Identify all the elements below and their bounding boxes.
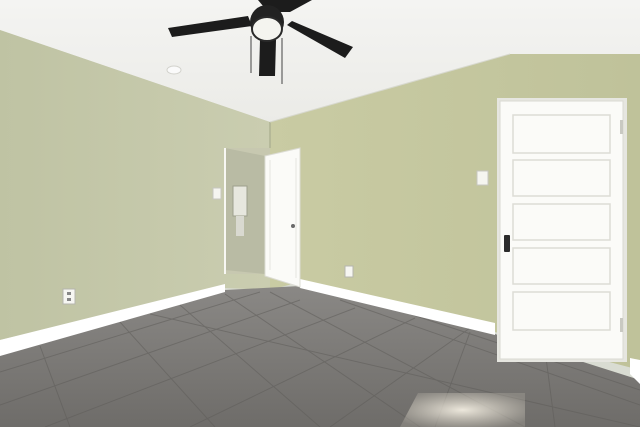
fan-blade (259, 40, 276, 76)
closed-panel-door[interactable] (497, 98, 627, 362)
sunlight-patch (400, 393, 525, 427)
electrical-outlet (62, 288, 76, 305)
door-knob[interactable] (291, 224, 295, 228)
room-scene (0, 0, 640, 427)
light-switch[interactable] (476, 170, 489, 186)
smoke-detector (166, 65, 182, 75)
fan-light (251, 16, 283, 42)
electrical-outlet (344, 265, 354, 278)
light-switch-small[interactable] (212, 187, 222, 200)
bedroom-photo (0, 0, 640, 427)
door-hinge (620, 120, 623, 134)
open-door[interactable] (264, 147, 301, 288)
door-lever[interactable] (504, 235, 510, 252)
door-hinge (620, 318, 623, 332)
hallway-opening (224, 148, 270, 274)
